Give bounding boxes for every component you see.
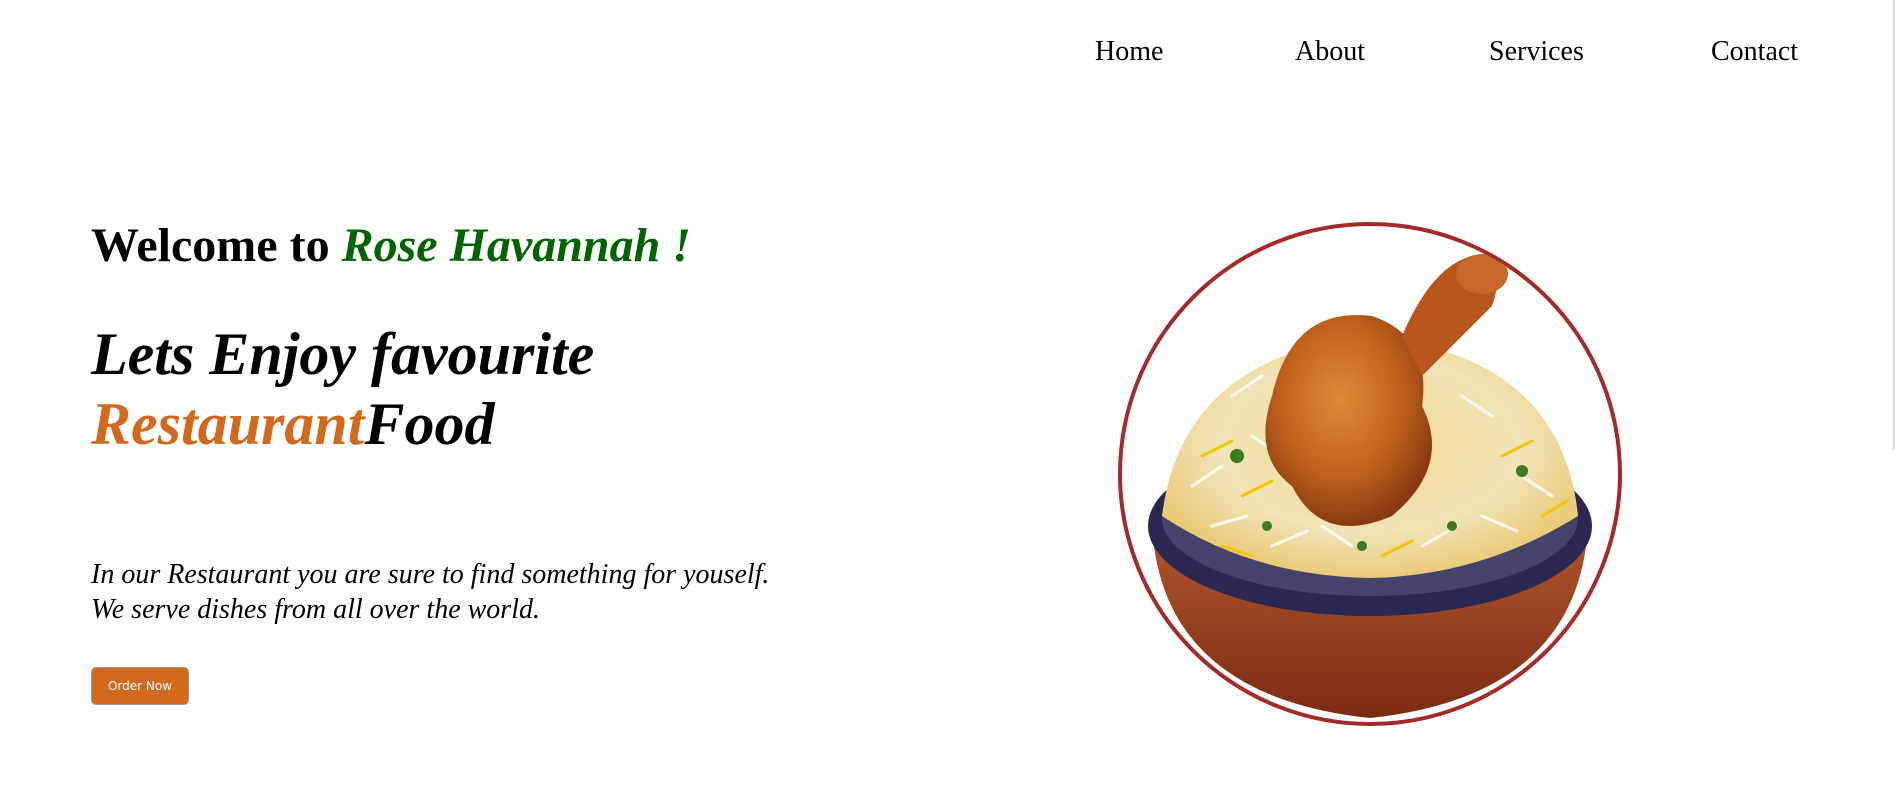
brand-name: Rose Havannah !: [341, 219, 691, 272]
nav-home-link[interactable]: Home: [1095, 36, 1163, 68]
tagline-line1: Lets Enjoy favourite: [91, 320, 595, 387]
description-line1: In our Restaurant you are sure to find s…: [91, 558, 770, 590]
main-nav: Home About Services Contact: [995, 36, 1895, 76]
hero-tagline: Lets Enjoy favourite RestaurantFood: [91, 319, 851, 459]
welcome-heading: Welcome to Rose Havannah !: [91, 219, 851, 273]
biryani-illustration: [1148, 254, 1592, 718]
nav-contact-link[interactable]: Contact: [1711, 36, 1798, 68]
landing-page: Home About Services Contact Welcome to R…: [0, 0, 1895, 805]
order-now-button[interactable]: Order Now: [91, 666, 189, 705]
nav-about-link[interactable]: About: [1295, 36, 1365, 68]
nav-services-link[interactable]: Services: [1489, 36, 1584, 68]
welcome-prefix: Welcome to: [91, 219, 342, 272]
biryani-bowl-image: [1118, 222, 1622, 726]
hero-description: In our Restaurant you are sure to find s…: [91, 557, 851, 627]
tagline-accent: Restaurant: [91, 390, 365, 457]
description-line2: We serve dishes from all over the world.: [91, 593, 540, 625]
tagline-rest: Food: [364, 390, 495, 457]
hero-text: Welcome to Rose Havannah ! Lets Enjoy fa…: [91, 219, 851, 705]
